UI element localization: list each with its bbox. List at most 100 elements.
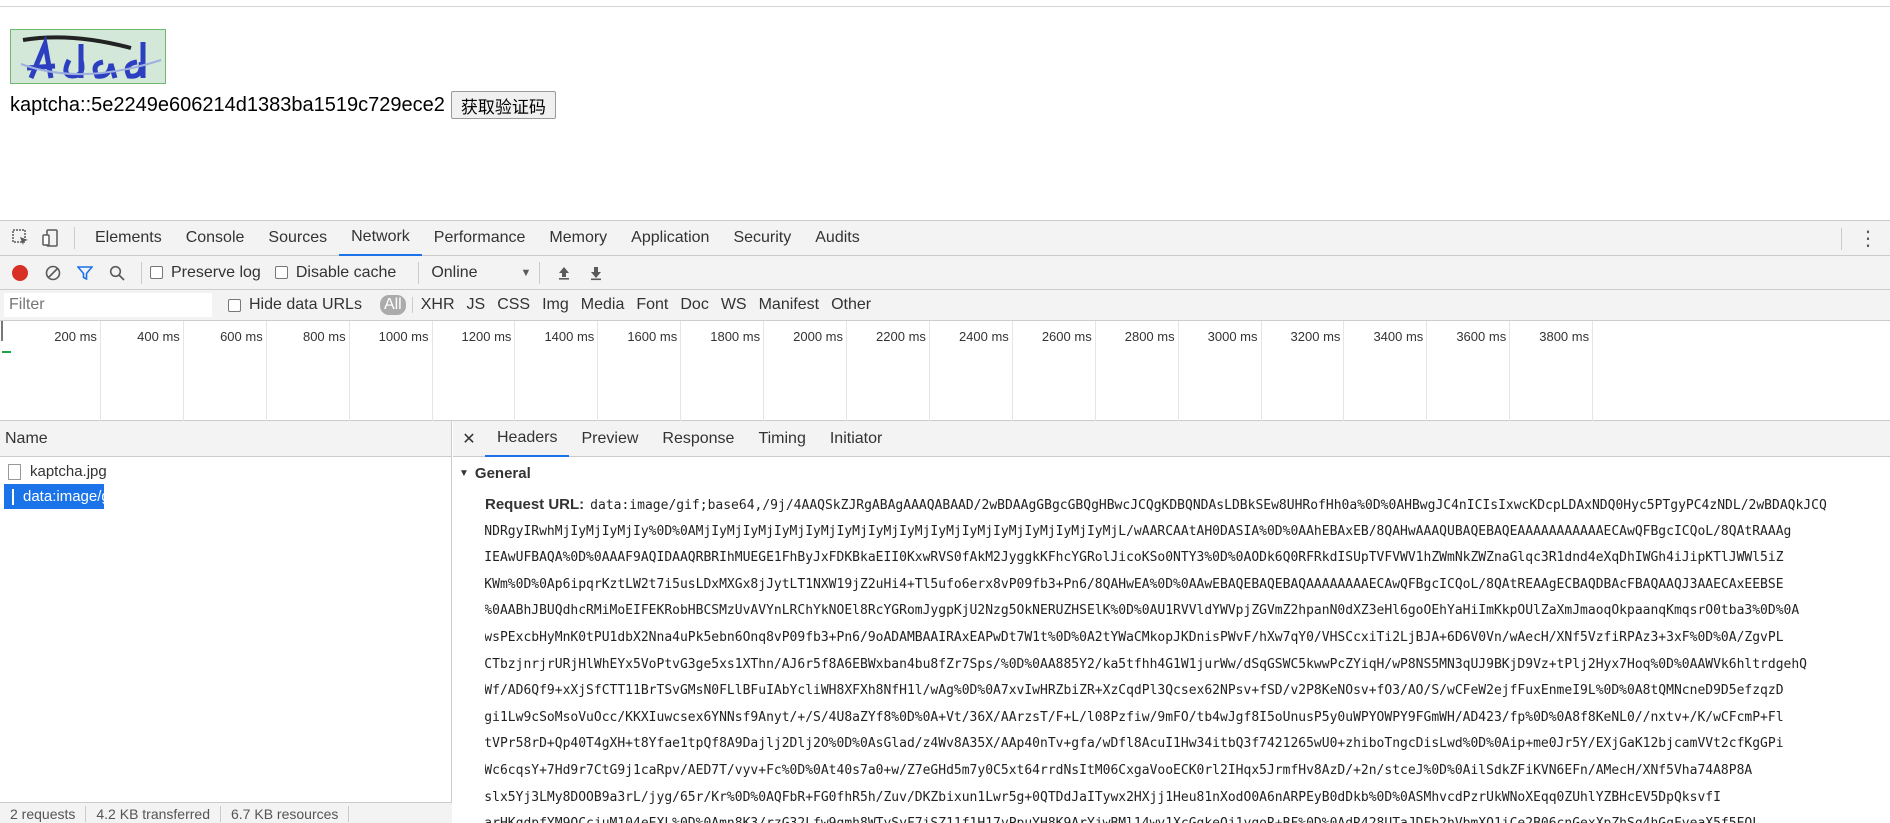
browser-top-divider bbox=[0, 6, 1890, 7]
filter-type-js[interactable]: JS bbox=[461, 296, 492, 314]
request-url-line: EDAwIEAwUFBAQA%0D%0AAAF9AQIDAAQRBRIhMUEG… bbox=[485, 550, 1784, 566]
timeline-tick-label: 3200 ms bbox=[1290, 329, 1341, 344]
request-url-line: uLm6wsPExcbHyMnK0tPU1dbX2Nna4uPk5ebn6Onq… bbox=[485, 629, 1784, 645]
tab-audits[interactable]: Audits bbox=[803, 221, 871, 256]
timeline-tick-label: 200 ms bbox=[54, 329, 97, 344]
record-icon[interactable] bbox=[12, 264, 28, 281]
kaptcha-key-text: kaptcha::5e2249e606214d1383ba1519c729ece… bbox=[10, 93, 445, 116]
transferred-size: 4.2 KB transferred bbox=[86, 805, 221, 822]
timeline-tick-label: 3600 ms bbox=[1456, 329, 1507, 344]
export-har-icon[interactable] bbox=[580, 265, 612, 281]
more-options-icon[interactable]: ⋮ bbox=[1858, 221, 1878, 256]
network-status-bar: 2 requests 4.2 KB transferred 6.7 KB res… bbox=[0, 802, 452, 823]
request-url-line: LDBgNDRgyIRwhMjIyMjIyMjIy%0D%0AMjIyMjIyM… bbox=[485, 523, 1792, 539]
filter-type-img[interactable]: Img bbox=[536, 296, 575, 314]
filter-type-other[interactable]: Other bbox=[825, 296, 877, 314]
filter-type-ws[interactable]: WS bbox=[715, 296, 753, 314]
tab-security[interactable]: Security bbox=[721, 221, 803, 256]
timeline-tick-label: 800 ms bbox=[302, 329, 346, 344]
filter-type-css[interactable]: CSS bbox=[491, 296, 536, 314]
timeline-gridline bbox=[1343, 321, 1345, 421]
request-url-line: w3SaarHKqdpfYM9QCcjuM104eEXL%0D%0Amn8K3/… bbox=[485, 811, 1890, 823]
tab-console[interactable]: Console bbox=[174, 221, 257, 256]
name-column-header[interactable]: Name bbox=[0, 421, 451, 457]
devtools-panel: Elements Console Sources Network Perform… bbox=[0, 220, 1890, 823]
filter-divider bbox=[411, 297, 413, 313]
tab-memory[interactable]: Memory bbox=[537, 221, 619, 256]
filter-type-doc[interactable]: Doc bbox=[674, 296, 714, 314]
tab-elements[interactable]: Elements bbox=[83, 221, 174, 256]
filter-bar: Hide data URLs All XHR JS CSS Img Media … bbox=[0, 290, 1890, 321]
close-icon[interactable]: ✕ bbox=[453, 429, 485, 449]
request-url-block: Request URL: data:image/gif;base64,/9j/4A… bbox=[485, 492, 1890, 823]
filter-type-all[interactable]: All bbox=[379, 295, 406, 315]
timeline-tick-label: 600 ms bbox=[220, 329, 263, 344]
checkbox-box[interactable] bbox=[228, 298, 241, 312]
timeline-tick-label: 2200 ms bbox=[876, 329, 926, 344]
tab-network[interactable]: Network bbox=[339, 221, 422, 256]
throttling-select[interactable]: Online ▼ bbox=[431, 264, 531, 282]
timeline-gridline bbox=[928, 321, 930, 421]
devtools-tabbar: Elements Console Sources Network Perform… bbox=[0, 221, 1890, 256]
timeline-tick-label: 400 ms bbox=[137, 329, 180, 344]
filter-icon[interactable] bbox=[69, 265, 101, 281]
filter-type-manifest[interactable]: Manifest bbox=[753, 296, 825, 314]
tab-headers[interactable]: Headers bbox=[485, 421, 570, 457]
tab-application[interactable]: Application bbox=[619, 221, 721, 256]
tab-initiator[interactable]: Initiator bbox=[818, 421, 894, 457]
tab-response[interactable]: Response bbox=[650, 421, 746, 457]
request-url-line: mto4Wc6cqsY+7Hd9r7CtG9j1caRpv/AED7T/vyv+… bbox=[485, 762, 1753, 778]
timeline-gridline bbox=[1094, 321, 1096, 421]
timeline-gridline bbox=[1260, 321, 1262, 421]
timeline-tick-label: 1800 ms bbox=[710, 329, 761, 344]
tab-timing[interactable]: Timing bbox=[746, 421, 817, 457]
import-har-icon[interactable] bbox=[548, 265, 580, 281]
timeline-tick-label: 2400 ms bbox=[958, 329, 1009, 344]
network-overview-timeline[interactable]: 200 ms 400 ms 600 ms 800 ms 1000 ms 1200 ms 14… bbox=[0, 321, 1890, 421]
hide-data-urls-checkbox[interactable]: Hide data URLs bbox=[228, 296, 362, 314]
filter-type-font[interactable]: Font bbox=[630, 296, 674, 314]
request-url-label: Request URL: bbox=[485, 496, 585, 513]
request-url-value: data:image/gif;base64,/9j/4AAQSkZJRgABAg… bbox=[590, 498, 1827, 513]
timeline-gridline bbox=[597, 321, 599, 421]
detail-tabbar: ✕ Headers Preview Response Timing Initia… bbox=[453, 421, 1890, 457]
clear-icon[interactable] bbox=[37, 265, 69, 281]
inspect-element-icon[interactable] bbox=[6, 221, 36, 256]
timeline-gridline bbox=[763, 321, 765, 421]
resources-size: 6.7 KB resources bbox=[221, 805, 350, 822]
disable-cache-checkbox[interactable]: Disable cache bbox=[274, 264, 396, 282]
preserve-log-checkbox[interactable]: Preserve log bbox=[150, 264, 261, 282]
request-url-line: 9B4VtVPr58rD+Qp40T4gXH+t8Yfae1tpQf8A9Daj… bbox=[485, 736, 1784, 752]
timeline-tick-label: 2600 ms bbox=[1041, 329, 1092, 344]
toolbar-divider bbox=[141, 261, 142, 284]
get-code-button[interactable]: 获取验证码 bbox=[450, 91, 556, 119]
general-label: General bbox=[474, 464, 531, 482]
checkbox-box[interactable] bbox=[274, 266, 288, 279]
timeline-gridline bbox=[680, 321, 682, 421]
timeline-tick-label: 3400 ms bbox=[1373, 329, 1424, 344]
request-count: 2 requests bbox=[0, 805, 87, 822]
filter-type-media[interactable]: Media bbox=[575, 296, 631, 314]
request-detail-pane: ✕ Headers Preview Response Timing Initia… bbox=[453, 421, 1890, 823]
tabbar-divider bbox=[74, 227, 75, 249]
tab-preview[interactable]: Preview bbox=[569, 421, 650, 457]
tab-performance[interactable]: Performance bbox=[422, 221, 538, 256]
request-row[interactable]: kaptcha.jpg bbox=[0, 459, 451, 484]
checkbox-box[interactable] bbox=[150, 266, 163, 279]
filter-input[interactable] bbox=[4, 293, 212, 317]
chevron-down-icon: ▼ bbox=[520, 266, 532, 279]
captcha-graphic bbox=[11, 30, 165, 83]
filter-type-xhr[interactable]: XHR bbox=[415, 296, 461, 314]
timeline-tick-label: 2000 ms bbox=[793, 329, 843, 344]
tab-sources[interactable]: Sources bbox=[256, 221, 339, 256]
file-icon bbox=[8, 463, 21, 480]
timeline-tick-label: 3000 ms bbox=[1207, 329, 1258, 344]
request-row-selected[interactable]: data:image/gif;base... bbox=[4, 484, 166, 509]
general-section-header[interactable]: ▼ General bbox=[453, 457, 1890, 489]
timeline-tick-label: 1000 ms bbox=[378, 329, 429, 344]
preserve-log-label: Preserve log bbox=[171, 263, 261, 281]
throttling-value: Online bbox=[431, 263, 478, 281]
timeline-tick-label: 1200 ms bbox=[461, 329, 512, 344]
search-icon[interactable] bbox=[101, 265, 133, 281]
device-toolbar-icon[interactable] bbox=[36, 221, 66, 256]
